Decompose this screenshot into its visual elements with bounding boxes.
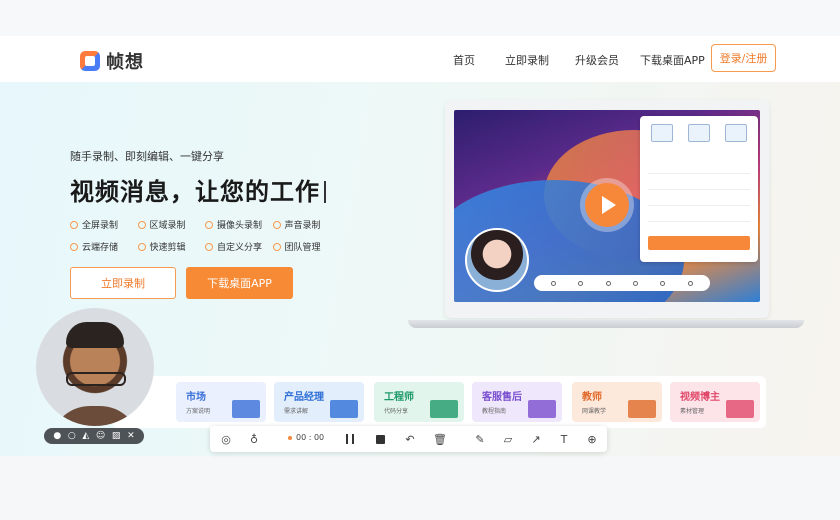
- page: 帧想 首页 立即录制 升级会员 下载桌面APP 登录/注册 随手录制、即刻编辑、…: [0, 0, 840, 520]
- role-illustration: [232, 400, 260, 418]
- check-icon: [70, 220, 78, 229]
- webcam-controls: ● ○ ◭ ☺ ▨ ✕: [44, 428, 144, 444]
- role-illustration: [628, 400, 656, 418]
- brand-name: 帧想: [106, 52, 144, 73]
- page-bottom: [0, 456, 840, 520]
- check-icon: [272, 242, 281, 251]
- role-card-market[interactable]: 市场 方案说明: [176, 382, 266, 422]
- mini-pen-icon: [687, 280, 693, 286]
- mini-stop-icon: [633, 280, 639, 286]
- feature-item: 云端存储: [70, 240, 138, 253]
- laptop-base: [408, 320, 804, 328]
- mode-icons: [640, 116, 758, 142]
- presenter-avatar: [465, 228, 529, 292]
- mini-undo-icon: [660, 280, 666, 286]
- background-icon[interactable]: ▨: [112, 431, 121, 441]
- role-card-teacher[interactable]: 教师 网课教学: [572, 382, 662, 422]
- undo-icon[interactable]: ↶: [402, 431, 418, 447]
- arrow-icon[interactable]: ↗: [528, 431, 544, 447]
- panel-row: [648, 212, 750, 222]
- start-record-mini-button: [648, 236, 750, 250]
- mic-icon[interactable]: ♁: [246, 431, 262, 447]
- role-illustration: [726, 400, 754, 418]
- pen-icon[interactable]: ✎: [472, 431, 488, 447]
- stop-icon[interactable]: [372, 431, 388, 447]
- play-icon: [585, 183, 629, 227]
- login-button[interactable]: 登录/注册: [711, 44, 776, 72]
- record-timer: 00 : 00: [288, 433, 324, 442]
- check-icon: [205, 220, 213, 229]
- feature-list: 全屏录制 区域录制 摄像头录制 声音录制 云端存储 快速剪辑 自定义分享 团队管…: [70, 218, 340, 253]
- feature-item: 摄像头录制: [205, 218, 273, 231]
- screen-cam-icon: [651, 124, 674, 142]
- download-app-button[interactable]: 下载桌面APP: [186, 267, 293, 299]
- mini-mic-icon: [578, 280, 584, 286]
- role-card-pm[interactable]: 产品经理 需求讲解: [274, 382, 364, 422]
- note-icon[interactable]: ▱: [500, 431, 516, 447]
- trash-icon[interactable]: 🗑: [432, 431, 448, 447]
- feature-item: 快速剪辑: [137, 240, 206, 253]
- pause-icon[interactable]: [342, 431, 358, 447]
- role-illustration: [528, 400, 556, 418]
- face-hair: [66, 322, 124, 348]
- role-illustration: [330, 400, 358, 418]
- recording-dot: [288, 435, 292, 440]
- top-nav: 帧想 首页 立即录制 升级会员 下载桌面APP 登录/注册: [0, 36, 840, 82]
- feature-item: 声音录制: [272, 218, 341, 231]
- check-icon: [137, 242, 146, 251]
- text-icon[interactable]: T: [556, 431, 572, 447]
- check-icon: [272, 220, 281, 229]
- panel-row: [648, 180, 750, 190]
- brand-logo[interactable]: 帧想: [80, 48, 144, 74]
- feature-item: 全屏录制: [70, 218, 138, 231]
- hero-tagline: 随手录制、即刻编辑、一键分享: [70, 150, 224, 163]
- hero-headline: 视频消息，让您的工作: [70, 172, 326, 207]
- pointer-icon[interactable]: ⊕: [584, 431, 600, 447]
- feature-item: 区域录制: [137, 218, 206, 231]
- mini-pause-icon: [605, 280, 611, 286]
- nav-upgrade[interactable]: 升级会员: [575, 52, 619, 68]
- mini-webcam-icon: [551, 280, 557, 286]
- emoji-icon[interactable]: ☺: [96, 431, 105, 441]
- webcam-bubble[interactable]: [36, 308, 154, 426]
- recorder-panel: [640, 116, 758, 262]
- typing-cursor: [324, 181, 326, 203]
- nav-record[interactable]: 立即录制: [505, 52, 549, 68]
- record-dot-icon[interactable]: ●: [53, 431, 61, 441]
- play-button[interactable]: [580, 178, 634, 232]
- feature-item: 团队管理: [272, 240, 341, 253]
- mini-toolbar: [534, 275, 710, 291]
- headline-text: 视频消息，让您的工作: [70, 178, 320, 206]
- nav-download[interactable]: 下载桌面APP: [640, 52, 705, 68]
- face-glasses: [66, 372, 126, 386]
- panel-row: [648, 164, 750, 174]
- laptop-illustration: [445, 100, 769, 318]
- recording-toolbar: ◎ ♁ 00 : 00 ↶ 🗑 ✎ ▱ ↗ T ⊕: [210, 426, 607, 452]
- top-strip: [0, 0, 840, 36]
- webcam-icon[interactable]: ◎: [218, 431, 234, 447]
- role-illustration: [430, 400, 458, 418]
- feature-item: 自定义分享: [205, 240, 273, 253]
- check-icon: [70, 242, 78, 251]
- close-icon[interactable]: ✕: [127, 431, 135, 441]
- logo-icon: [80, 51, 100, 71]
- role-card-vlogger[interactable]: 视频博主 素材管理: [670, 382, 760, 422]
- check-icon: [137, 220, 146, 229]
- check-icon: [205, 242, 213, 251]
- role-card-support[interactable]: 客服售后 教程指南: [472, 382, 562, 422]
- filter-icon[interactable]: ◭: [82, 431, 89, 441]
- screen-icon: [687, 124, 710, 142]
- laptop-screen: [454, 110, 760, 302]
- circle-shape-icon[interactable]: ○: [68, 431, 76, 441]
- record-now-button[interactable]: 立即录制: [70, 267, 176, 299]
- nav-home[interactable]: 首页: [453, 52, 475, 68]
- role-card-engineer[interactable]: 工程师 代码分享: [374, 382, 464, 422]
- face-body: [50, 406, 140, 426]
- panel-row: [648, 196, 750, 206]
- camera-icon: [724, 124, 747, 142]
